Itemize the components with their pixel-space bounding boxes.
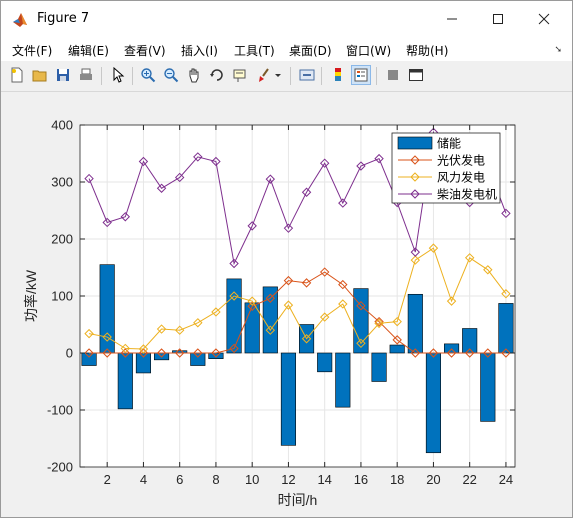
- chart-svg[interactable]: 2 4 6 8 10 12 14 16 18 20 22 24-200-100010020030040…: [7, 93, 567, 511]
- y-tick-label: -200: [47, 460, 73, 475]
- save-icon[interactable]: [53, 65, 73, 85]
- pointer-icon[interactable]: [108, 65, 128, 85]
- menu-desktop[interactable]: 桌面(D): [289, 42, 332, 59]
- bar-storage-4: [135, 352, 151, 374]
- bar-storage-14: [317, 352, 333, 373]
- matlab-logo-icon: [13, 13, 27, 27]
- x-tick-label: 24: [499, 472, 513, 487]
- toolbar-separator: [101, 67, 102, 85]
- menu-view[interactable]: 查看(V): [124, 42, 166, 59]
- dock-icon[interactable]: [406, 65, 426, 85]
- print-icon[interactable]: [76, 65, 96, 85]
- close-button[interactable]: [530, 7, 558, 31]
- figure-canvas: 2 4 6 8 10 12 14 16 18 20 22 24 -200 -100 0 100 200 300 40…: [7, 93, 567, 511]
- x-tick-label: 8: [212, 472, 219, 487]
- toolbar: [1, 61, 572, 92]
- legend-icon[interactable]: [351, 65, 371, 85]
- y-axis-label: 功率/kW: [23, 269, 39, 322]
- legend-label-wind: 风力发电: [437, 170, 485, 185]
- toolbar-separator: [376, 67, 377, 85]
- bar-storage-15: [335, 352, 351, 408]
- bar-storage-11: [262, 286, 278, 354]
- bar-storage-19: [407, 293, 423, 354]
- title-bar: Figure 7: [1, 1, 572, 37]
- legend-label-pv: 光伏发电: [437, 153, 485, 168]
- menu-insert[interactable]: 插入(I): [181, 42, 218, 59]
- menu-help[interactable]: 帮助(H): [406, 42, 448, 59]
- x-tick-label: 16: [354, 472, 368, 487]
- menu-dock-arrow-icon[interactable]: ➘: [554, 45, 562, 55]
- bar-storage-7: [190, 352, 206, 366]
- legend-swatch-storage: [397, 136, 433, 150]
- zoom-in-icon[interactable]: [138, 65, 158, 85]
- brush-icon[interactable]: [253, 65, 273, 85]
- bar-storage-1: [81, 352, 97, 366]
- bar-storage-23: [480, 352, 496, 422]
- y-tick-label: 0: [66, 346, 73, 361]
- window-title: Figure 7: [37, 11, 90, 26]
- open-icon[interactable]: [30, 65, 50, 85]
- bar-storage-24: [498, 303, 514, 354]
- link-icon[interactable]: [297, 65, 317, 85]
- rotate-icon[interactable]: [207, 65, 227, 85]
- bar-storage-8: [208, 352, 224, 359]
- minimize-icon: [447, 18, 457, 20]
- maximize-icon: [493, 14, 503, 24]
- x-tick-label: 14: [317, 472, 331, 487]
- close-icon: [538, 13, 550, 25]
- toolbar-separator: [321, 67, 322, 85]
- x-tick-label: 2: [104, 472, 111, 487]
- y-tick-label: 400: [51, 118, 73, 133]
- legend-label-diesel: 柴油发电机: [437, 187, 497, 202]
- pan-icon[interactable]: [184, 65, 204, 85]
- x-tick-label: 18: [390, 472, 404, 487]
- legend-label-storage: 储能: [437, 136, 461, 151]
- minimize-button[interactable]: [438, 7, 466, 31]
- x-tick-label: 22: [462, 472, 476, 487]
- data-cursor-icon[interactable]: [230, 65, 250, 85]
- x-tick-label: 4: [140, 472, 147, 487]
- menu-tools[interactable]: 工具(T): [234, 42, 275, 59]
- x-tick-label: 6: [176, 472, 183, 487]
- new-figure-icon[interactable]: [7, 65, 27, 85]
- figure-window: Figure 7 文件(F) 编辑(E) 查看(V) 插入(I) 工具(T) 桌…: [0, 0, 573, 518]
- colorbar-icon[interactable]: [328, 65, 348, 85]
- menu-bar: 文件(F) 编辑(E) 查看(V) 插入(I) 工具(T) 桌面(D) 窗口(W…: [1, 37, 572, 61]
- y-tick-label: 300: [51, 175, 73, 190]
- bar-storage-9: [226, 278, 242, 354]
- menu-window[interactable]: 窗口(W): [346, 42, 391, 59]
- x-tick-label: 12: [281, 472, 295, 487]
- bar-storage-18: [389, 344, 405, 354]
- menu-file[interactable]: 文件(F): [12, 42, 52, 59]
- bar-storage-17: [371, 352, 387, 382]
- toolbar-separator: [132, 67, 133, 85]
- bar-storage-12: [280, 352, 296, 446]
- maximize-button[interactable]: [484, 7, 512, 31]
- y-tick-label: -100: [47, 403, 73, 418]
- x-tick-label: 10: [245, 472, 259, 487]
- bar-storage-20: [425, 352, 441, 454]
- x-axis-label: 时间/h: [278, 492, 318, 508]
- toolbar-separator: [290, 67, 291, 85]
- bar-storage-3: [117, 352, 133, 410]
- legend: 储能光伏发电风力发电柴油发电机: [391, 132, 501, 204]
- menu-edit[interactable]: 编辑(E): [68, 42, 109, 59]
- brush-dropdown-icon[interactable]: [273, 65, 283, 85]
- hide-tools-icon[interactable]: [383, 65, 403, 85]
- y-tick-label: 200: [51, 232, 73, 247]
- x-tick-label: 20: [426, 472, 440, 487]
- zoom-out-icon[interactable]: [161, 65, 181, 85]
- y-tick-label: 100: [51, 289, 73, 304]
